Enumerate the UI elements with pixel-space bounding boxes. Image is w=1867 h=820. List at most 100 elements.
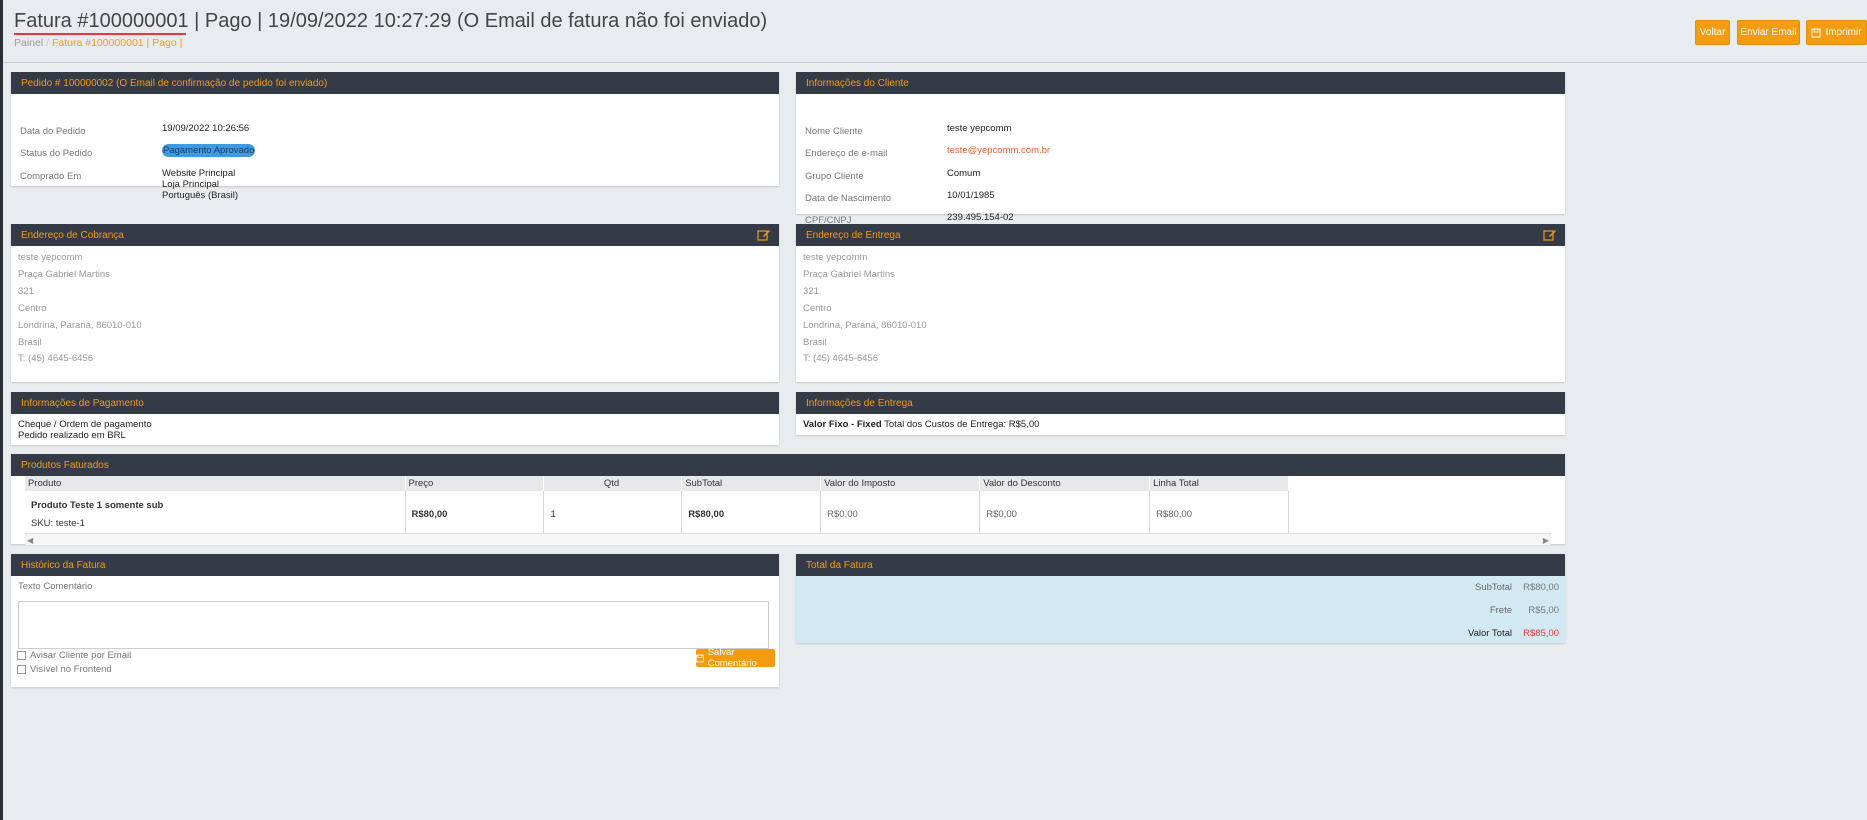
totals-panel: Total da Fatura SubTotal R$80,00 Frete R… — [796, 554, 1565, 643]
billing-address-panel: Endereço de Cobrança teste yepcomm Praça… — [11, 224, 779, 382]
subtotal-label: SubTotal — [1475, 582, 1512, 593]
page-header: Fatura #100000001 | Pago | 19/09/2022 10… — [3, 0, 1867, 63]
delivery-cost: Total dos Custos de Entrega: R$5,00 — [884, 419, 1040, 430]
order-panel: Pedido # 100000002 (O Email de confirmaç… — [11, 72, 779, 201]
visible-frontend-label: Visível no Frontend — [30, 664, 112, 675]
customer-email-label: Endereço de e-mail — [805, 148, 888, 159]
horizontal-scrollbar[interactable]: ◀ ▶ — [25, 533, 1551, 545]
product-name: Produto Teste 1 somente sub — [31, 500, 164, 511]
customer-group-label: Grupo Cliente — [805, 171, 864, 182]
comment-label: Texto Comentário — [18, 581, 93, 592]
shipping-line: Centro — [803, 303, 832, 314]
scroll-right-icon[interactable]: ▶ — [1543, 536, 1549, 545]
notify-customer-checkbox[interactable]: Avisar Cliente por Email — [17, 650, 131, 661]
shipping-address-title: Endereço de Entrega — [806, 229, 901, 241]
delivery-info: Valor Fixo - Fixed Total dos Custos de E… — [803, 419, 1039, 430]
shipping-line: 321 — [803, 286, 819, 297]
billing-line: Londrina, Paraná, 86010-010 — [18, 320, 142, 331]
customer-cpf-value: 239.495.154-02 — [947, 212, 1014, 223]
shipping-line: Londrina, Paraná, 86010-010 — [803, 320, 927, 331]
table-row: Produto Teste 1 somente sub SKU: teste-1… — [25, 491, 1289, 538]
totals-body: SubTotal R$80,00 Frete R$5,00 Valor Tota… — [796, 576, 1565, 643]
customer-dob-label: Data de Nascimento — [805, 193, 892, 204]
shipping-total-value: R$5,00 — [1528, 605, 1559, 616]
back-button[interactable]: Voltar — [1695, 20, 1730, 45]
payment-panel-header: Informações de Pagamento — [11, 392, 779, 414]
send-email-button-label: Enviar Email — [1740, 27, 1797, 38]
billing-line: Praça Gabriel Martins — [18, 269, 110, 280]
sku-label: SKU: — [31, 518, 54, 529]
edit-icon[interactable] — [1543, 228, 1557, 242]
save-icon — [696, 654, 704, 662]
column-header: SubTotal — [681, 476, 822, 491]
sku-value: teste-1 — [55, 518, 85, 529]
customer-panel-header: Informações do Cliente — [796, 72, 1565, 94]
scroll-left-icon[interactable]: ◀ — [27, 536, 33, 545]
customer-name-label: Nome Cliente — [805, 126, 863, 137]
billing-line: Brasil — [18, 337, 42, 348]
order-date-value: 19/09/2022 10:26:56 — [162, 123, 250, 134]
order-panel-header: Pedido # 100000002 (O Email de confirmaç… — [11, 72, 779, 94]
comment-textarea[interactable] — [18, 601, 769, 649]
billing-line: teste yepcomm — [18, 252, 83, 263]
product-line-total: R$80,00 — [1149, 491, 1289, 538]
breadcrumb: Painel / Fatura #100000001 | Pago | — [14, 37, 182, 49]
grand-total-label: Valor Total — [1467, 628, 1512, 639]
checkbox[interactable] — [17, 651, 26, 660]
history-panel: Histórico da Fatura Texto Comentário Avi… — [11, 554, 779, 687]
save-comment-button[interactable]: Salvar Comentário — [696, 647, 775, 669]
table-header-row: Produto Preço Qtd SubTotal Valor do Impo… — [25, 476, 1289, 491]
order-date-label: Data do Pedido — [20, 126, 86, 137]
shipping-address-panel: Endereço de Entrega teste yepcomm Praça … — [796, 224, 1565, 382]
checkbox[interactable] — [17, 665, 26, 674]
subtotal-value: R$80,00 — [1523, 582, 1559, 593]
payment-currency: Pedido realizado em BRL — [18, 430, 126, 441]
save-comment-label: Salvar Comentário — [707, 647, 757, 669]
delivery-panel: Informações de Entrega Valor Fixo - Fixe… — [796, 392, 1565, 435]
column-header: Valor do Desconto — [979, 476, 1151, 491]
billing-line: 321 — [18, 286, 34, 297]
product-sku: SKU: teste-1 — [31, 518, 399, 529]
status-badge: Pagamento Aprovado — [162, 144, 256, 157]
order-number: Pedido # 100000002 — [21, 77, 114, 89]
column-header: Qtd — [543, 476, 683, 491]
history-panel-header: Histórico da Fatura — [11, 554, 779, 576]
customer-panel: Informações do Cliente Nome Cliente test… — [796, 72, 1565, 226]
purchased-language: Português (Brasil) — [162, 190, 239, 201]
visible-frontend-checkbox[interactable]: Visível no Frontend — [17, 664, 112, 675]
breadcrumb-home[interactable]: Painel — [14, 37, 43, 49]
edit-icon[interactable] — [757, 228, 771, 242]
billing-line: Centro — [18, 303, 47, 314]
product-tax: R$0,00 — [820, 491, 981, 538]
column-header: Produto — [25, 476, 406, 491]
customer-email-link[interactable]: teste@yepcomm.com.br — [947, 144, 1050, 157]
sidebar-edge — [0, 0, 3, 820]
column-header: Preço — [405, 476, 545, 491]
back-button-label: Voltar — [1699, 27, 1726, 38]
billing-address-header: Endereço de Cobrança — [11, 224, 779, 246]
breadcrumb-current: Fatura #100000001 | Pago | — [51, 37, 183, 49]
shipping-line: Brasil — [803, 337, 827, 348]
billing-phone: T: (45) 4645-6456 — [18, 353, 93, 364]
delivery-panel-header: Informações de Entrega — [796, 392, 1565, 414]
order-email-note: (O Email de confirmação de pedido foi en… — [116, 77, 328, 89]
payment-method: Cheque / Ordem de pagamento — [18, 419, 152, 430]
column-header: Valor do Imposto — [820, 476, 981, 491]
product-price: R$80,00 — [405, 491, 545, 538]
product-discount: R$0,00 — [979, 491, 1151, 538]
customer-dob-value: 10/01/1985 — [947, 190, 995, 201]
delivery-method: Valor Fixo - Fixed — [803, 419, 882, 430]
shipping-address-header: Endereço de Entrega — [796, 224, 1565, 246]
totals-panel-header: Total da Fatura — [796, 554, 1565, 576]
billing-address-title: Endereço de Cobrança — [21, 229, 124, 241]
customer-name-value: teste yepcomm — [947, 123, 1012, 134]
print-button[interactable]: Imprimir — [1806, 20, 1867, 45]
page-title: Fatura #100000001 | Pago | 19/09/2022 10… — [14, 10, 768, 32]
notify-customer-label: Avisar Cliente por Email — [30, 650, 132, 661]
products-table: Produto Preço Qtd SubTotal Valor do Impo… — [25, 476, 1289, 538]
send-email-button[interactable]: Enviar Email — [1737, 20, 1800, 45]
purchased-label: Comprado Em — [20, 171, 82, 182]
title-underline — [14, 33, 186, 35]
payment-panel: Informações de Pagamento Cheque / Ordem … — [11, 392, 779, 445]
product-subtotal: R$80,00 — [681, 491, 822, 538]
